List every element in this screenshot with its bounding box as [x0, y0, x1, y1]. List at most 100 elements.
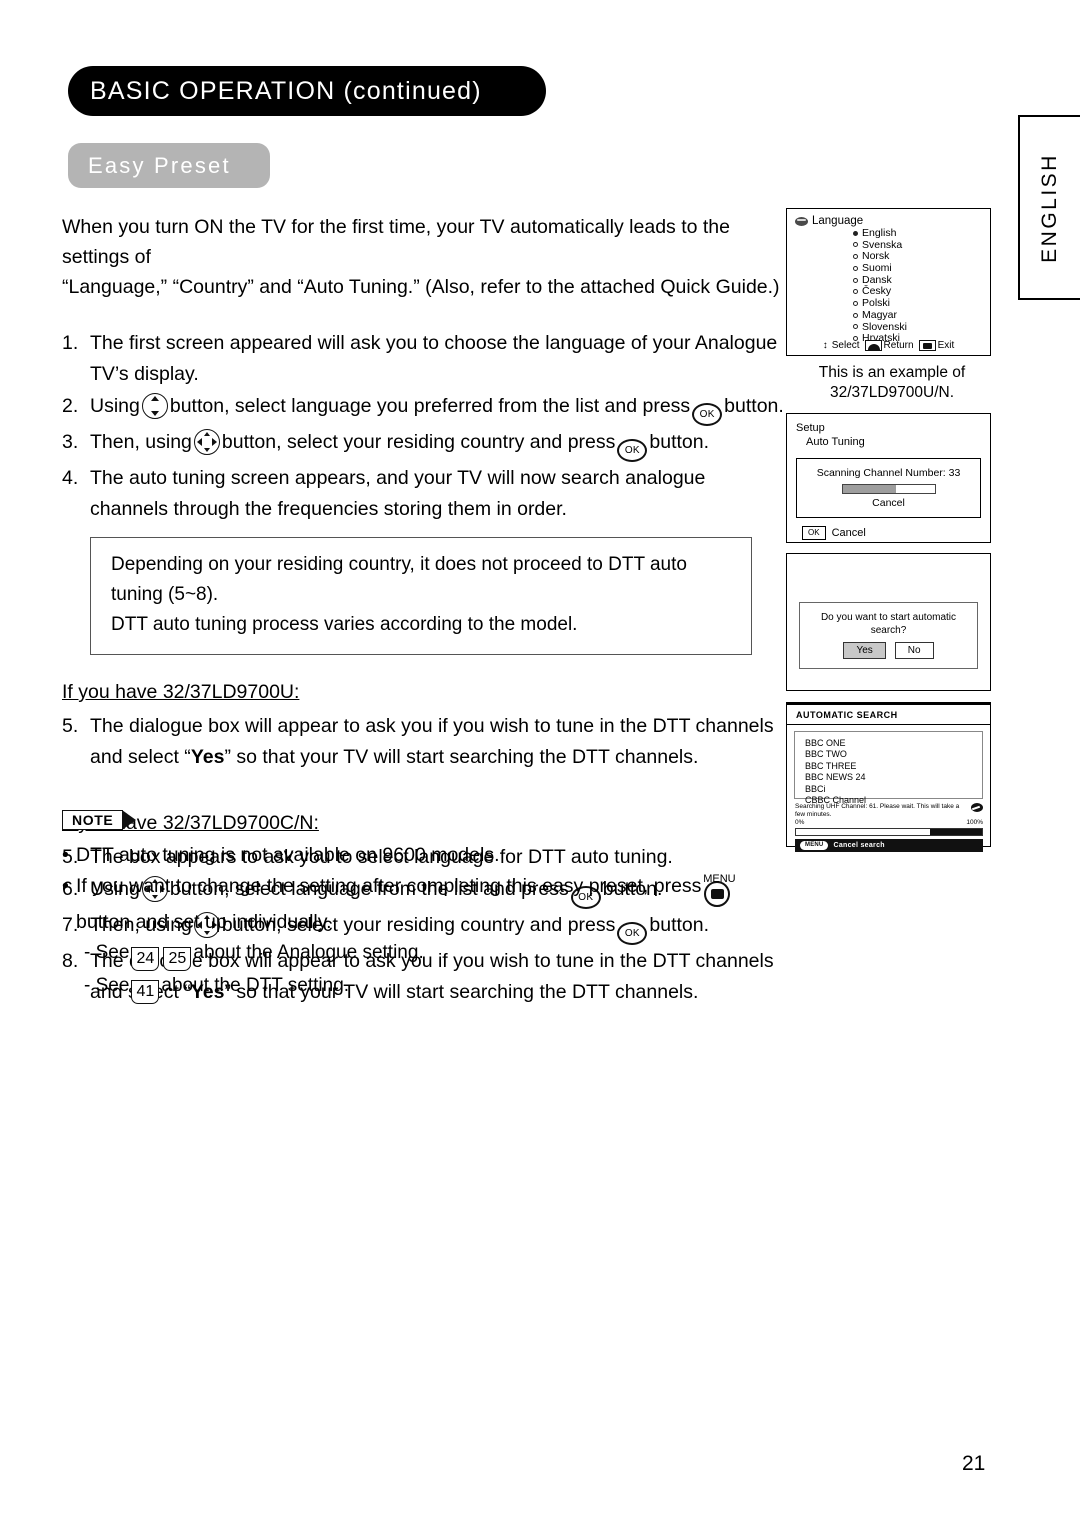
page-reference-icon[interactable]: 25 [163, 947, 192, 971]
page-reference-icon[interactable]: 41 [131, 980, 160, 1004]
callout-box: Depending on your residing country, it d… [90, 537, 752, 655]
updown-arrow-icon: ↕ [822, 339, 828, 351]
setup-title: Setup [796, 422, 825, 434]
dialog-no-button[interactable]: No [894, 642, 934, 659]
note-bullet-2-body: If you want to change the setting after … [76, 871, 784, 938]
callout-line-2: DTT auto tuning process varies according… [111, 614, 578, 635]
step-5-model-u: 5. The dialogue box will appear to ask y… [62, 711, 784, 773]
language-option-label: Polski [862, 297, 891, 310]
note-subline-1: - See 24 25 about the Analogue setting. [62, 938, 784, 971]
illustration-column: Language English Svenska Norsk Suomi Dan… [786, 208, 998, 852]
language-osd-title-row: Language [795, 215, 982, 227]
language-option[interactable]: Česky [853, 286, 982, 297]
language-option-label: Slovenski [862, 320, 907, 333]
language-option[interactable]: Dansk [853, 275, 982, 286]
ok-button-icon: OK [617, 439, 648, 462]
radio-icon [853, 242, 858, 248]
setup-auto-tuning-screen: Setup Auto Tuning Scanning Channel Numbe… [786, 413, 991, 543]
radio-icon [853, 265, 858, 271]
step-1: 1. The first screen appeared will ask yo… [62, 328, 784, 390]
setup-ok-row: OK Cancel [796, 526, 981, 540]
return-icon [864, 340, 882, 351]
dialog-button-row: Yes No [806, 642, 971, 659]
footer-exit-label: Exit [937, 340, 955, 351]
callout-line-1: Depending on your residing country, it d… [111, 554, 687, 605]
step-5u-body: The dialogue box will appear to ask you … [90, 711, 784, 773]
radio-icon [853, 324, 858, 330]
language-option[interactable]: English [853, 228, 982, 239]
language-screen-caption: This is an example of 32/37LD9700U/N. [786, 363, 998, 403]
radio-icon [853, 254, 858, 260]
note-subline-1-text-a: - See [84, 942, 130, 963]
scan-progress-bar [841, 484, 936, 494]
page-reference-icon[interactable]: 24 [131, 947, 160, 971]
caption-line-1: This is an example of [818, 364, 966, 381]
setup-ok-label[interactable]: Cancel [832, 527, 866, 539]
bullet-glyph: • [62, 844, 69, 866]
language-option-label: Česky [862, 285, 892, 298]
note-bullet-2-text-a: If you want to change the setting after … [76, 875, 702, 897]
automatic-search-title: AUTOMATIC SEARCH [787, 705, 990, 725]
dialog-yes-button[interactable]: Yes [843, 642, 886, 659]
progress-percent-row: 0% 100% [787, 819, 990, 827]
note-section: NOTE • DTT auto tuning is not available … [62, 810, 784, 1004]
found-channel-list: BBC ONE BBC TWO BBC THREE BBC NEWS 24 BB… [794, 731, 983, 805]
setup-subtitle: Auto Tuning [806, 436, 865, 448]
radio-icon [853, 230, 858, 236]
language-option-label: Norsk [862, 250, 890, 263]
page-banner: BASIC OPERATION (continued) [68, 66, 546, 116]
language-option-label: Suomi [862, 262, 892, 275]
language-option[interactable]: Suomi [853, 263, 982, 274]
step-2-text-c: button. [724, 395, 784, 417]
language-option[interactable]: Slovenski [853, 320, 982, 333]
language-option[interactable]: Polski [853, 298, 982, 309]
step-3-text-b: button, select your residing country and… [221, 431, 616, 453]
language-option[interactable]: Svenska [853, 240, 982, 251]
section-title: Easy Preset [88, 152, 231, 178]
note-subline-2-text-a: - See [84, 975, 130, 996]
caption-line-2: 32/37LD9700U/N. [829, 384, 955, 401]
language-osd-screen: Language English Svenska Norsk Suomi Dan… [786, 208, 991, 356]
language-option[interactable]: Norsk [853, 251, 982, 262]
globe-icon [795, 216, 808, 226]
language-side-tab-label: ENGLISH [1038, 152, 1061, 263]
note-bullet-2-text-b: button and set up individually. [76, 911, 332, 933]
dialog-question: Do you want to start automatic search? [820, 612, 957, 636]
radio-icon [853, 277, 858, 283]
scan-progress-fill [842, 485, 896, 493]
search-status-text: Searching UHF Channel: 61. Please wait. … [795, 803, 960, 818]
step-4: 4. The auto tuning screen appears, and y… [62, 463, 784, 525]
note-badge: NOTE [62, 810, 137, 830]
scan-progress-box: Scanning Channel Number: 33 Cancel [796, 458, 981, 518]
language-osd-title: Language [812, 215, 864, 227]
automatic-search-footer: MENU Cancel search [795, 839, 983, 852]
step-2-text-b: button, select language you preferred fr… [169, 395, 691, 417]
channel-item: BBC ONE [805, 738, 846, 748]
language-option-label: Magyar [862, 308, 898, 321]
intro-line-2: “Language,” “Country” and “Auto Tuning.”… [62, 276, 780, 298]
step-3-number: 3. [62, 431, 79, 453]
progress-max-label: 100% [966, 819, 983, 826]
scan-cancel-label[interactable]: Cancel [803, 497, 974, 510]
automatic-search-screen: AUTOMATIC SEARCH BBC ONE BBC TWO BBC THR… [786, 702, 991, 852]
step-3-text-c: button. [649, 431, 710, 453]
channel-item: BBC NEWS 24 [805, 772, 866, 783]
automatic-search-dialog-screen: Do you want to start automatic search? Y… [786, 553, 991, 691]
bullet-glyph: • [62, 875, 69, 897]
menu-button-icon: MENU [703, 873, 736, 907]
cancel-search-label[interactable]: Cancel search [833, 842, 884, 849]
search-progress-bar [795, 828, 983, 836]
note-subline-1-text-b: about the Analogue setting. [193, 942, 424, 963]
page-number: 21 [962, 1452, 986, 1475]
language-osd-footer: ↕ Select Return Exit [787, 340, 990, 351]
note-badge-label: NOTE [62, 810, 124, 830]
menu-key-icon: MENU [800, 841, 829, 850]
step-4-number: 4. [62, 467, 79, 489]
ok-button-icon: OK [692, 403, 723, 426]
language-option[interactable]: Magyar [853, 310, 982, 321]
note-bullet-1-text: DTT auto tuning is not available on 9600… [76, 844, 500, 866]
step-2-number: 2. [62, 395, 79, 417]
step-5u-bold: Yes [190, 746, 225, 768]
step-5u-text-b: ” so that your TV will start searching t… [224, 746, 699, 768]
